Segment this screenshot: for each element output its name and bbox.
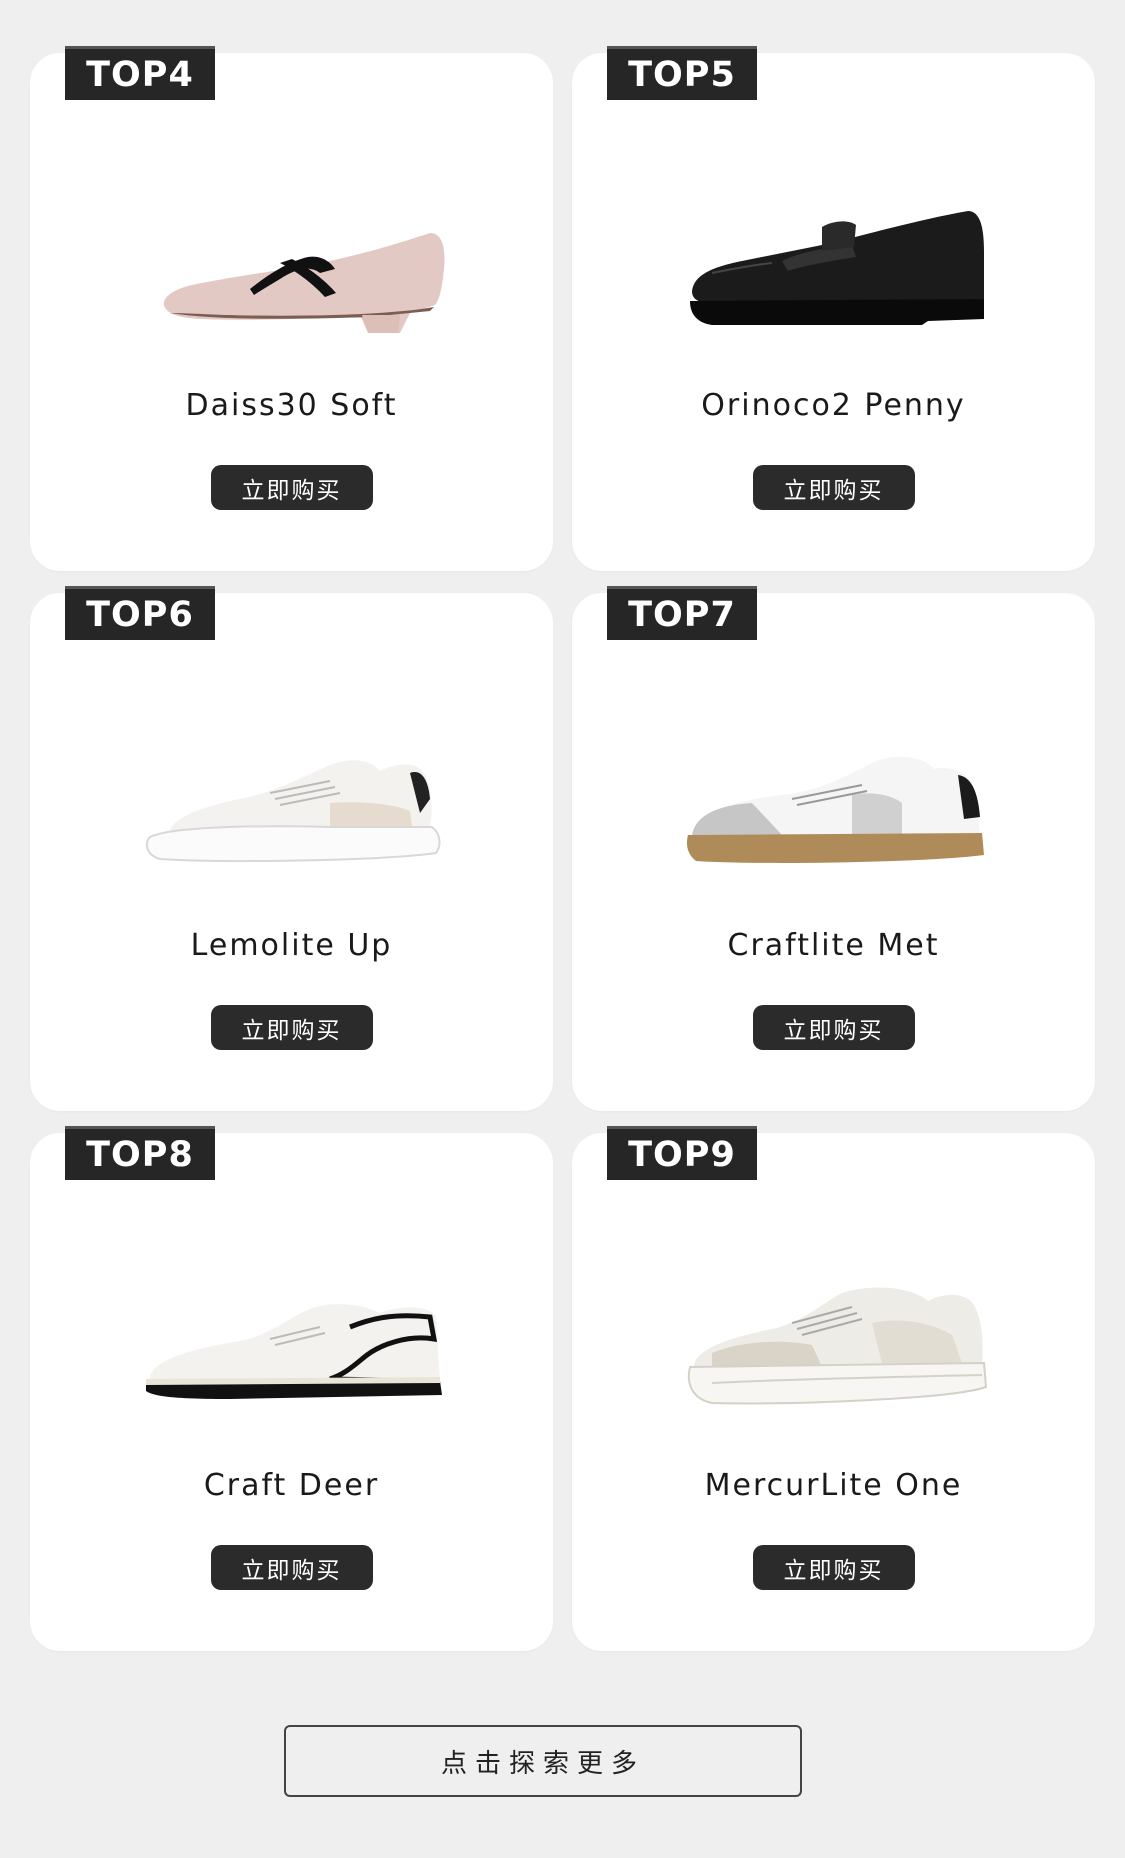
product-name: Daiss30 Soft [185,388,398,423]
white-platform-sneaker-image [145,760,441,862]
rank-badge: TOP4 [65,46,215,100]
product-card-top5[interactable]: TOP5 Orinoco2 Penny 立即购买 [572,46,1095,571]
product-card-top6[interactable]: TOP6 Lemolite Up 立即购买 [30,586,553,1111]
rank-badge: TOP8 [65,1126,215,1180]
rank-badge: TOP5 [607,46,757,100]
product-grid: TOP4 Daiss30 Soft 立即购买 TOP5 Orinoco2 Pen… [0,0,1125,1660]
buy-now-button[interactable]: 立即购买 [752,465,915,510]
product-card-top8[interactable]: TOP8 Craft Deer 立即购买 [30,1126,553,1651]
product-name: Lemolite Up [190,928,393,963]
product-name: Craft Deer [203,1468,380,1503]
explore-more-button[interactable]: 点击探索更多 [284,1725,802,1797]
buy-now-button[interactable]: 立即购买 [752,1545,915,1590]
chunky-white-sneaker-image [687,1287,988,1405]
buy-now-button[interactable]: 立即购买 [210,1005,373,1050]
buy-now-button[interactable]: 立即购买 [752,1005,915,1050]
black-penny-loafer-image [690,211,984,325]
product-name: Orinoco2 Penny [701,388,966,423]
product-name: Craftlite Met [727,928,940,963]
rank-badge: TOP6 [65,586,215,640]
silver-gum-sole-sneaker-image [686,756,984,863]
product-card-top9[interactable]: TOP9 MercurLite One 立即购买 [572,1126,1095,1651]
product-card-top4[interactable]: TOP4 Daiss30 Soft 立即购买 [30,46,553,571]
product-name: MercurLite One [704,1468,963,1503]
buy-now-button[interactable]: 立即购买 [210,465,373,510]
rank-badge: TOP7 [607,586,757,640]
white-black-stripe-sneaker-image [146,1304,442,1399]
rank-badge: TOP9 [607,1126,757,1180]
product-card-top7[interactable]: TOP7 Craftlite Met 立即购买 [572,586,1095,1111]
beige-mary-jane-heel-image [163,233,445,333]
buy-now-button[interactable]: 立即购买 [210,1545,373,1590]
